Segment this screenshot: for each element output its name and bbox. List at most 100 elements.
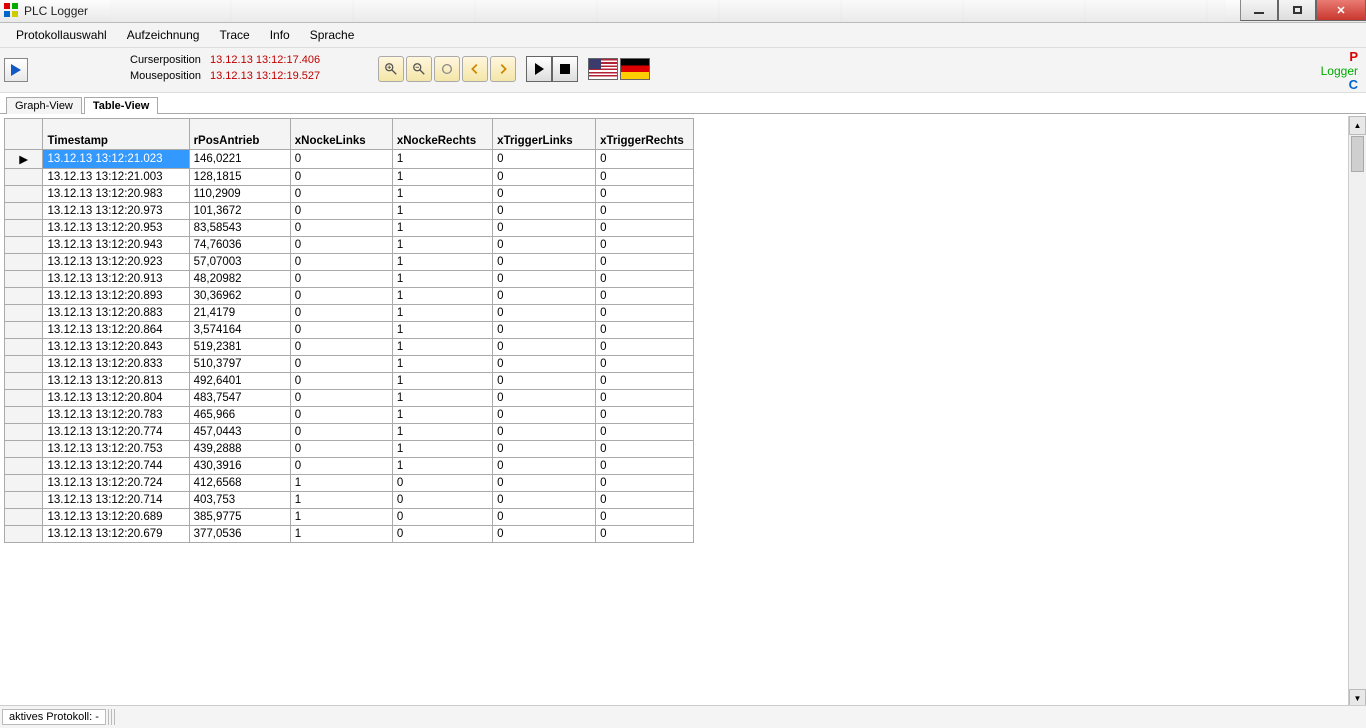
- cell[interactable]: 0: [290, 186, 392, 203]
- col-xtriggerrechts[interactable]: xTriggerRechts: [596, 119, 694, 150]
- menu-info[interactable]: Info: [260, 25, 300, 45]
- scroll-up-arrow[interactable]: ▲: [1349, 116, 1366, 135]
- nav-right-button[interactable]: [490, 56, 516, 82]
- cell[interactable]: 0: [290, 407, 392, 424]
- cell[interactable]: 0: [290, 288, 392, 305]
- cell[interactable]: 1: [392, 220, 492, 237]
- cell[interactable]: 0: [596, 424, 694, 441]
- table-row[interactable]: 13.12.13 13:12:20.95383,585430100: [5, 220, 694, 237]
- zoom-out-button[interactable]: [406, 56, 432, 82]
- cell[interactable]: 1: [392, 390, 492, 407]
- col-timestamp[interactable]: Timestamp: [43, 119, 189, 150]
- table-row[interactable]: 13.12.13 13:12:20.813492,64010100: [5, 373, 694, 390]
- cell[interactable]: 0: [493, 305, 596, 322]
- cell[interactable]: 13.12.13 13:12:21.023: [43, 150, 189, 169]
- cell[interactable]: 0: [596, 339, 694, 356]
- cell[interactable]: 13.12.13 13:12:20.983: [43, 186, 189, 203]
- cell[interactable]: 1: [392, 288, 492, 305]
- cell[interactable]: 13.12.13 13:12:20.813: [43, 373, 189, 390]
- record-play-button[interactable]: [4, 58, 28, 82]
- cell[interactable]: 0: [493, 509, 596, 526]
- table-row[interactable]: 13.12.13 13:12:20.94374,760360100: [5, 237, 694, 254]
- cell[interactable]: 0: [493, 441, 596, 458]
- close-button[interactable]: ✕: [1316, 0, 1366, 21]
- cell[interactable]: 483,7547: [189, 390, 290, 407]
- cell[interactable]: 0: [596, 475, 694, 492]
- cell[interactable]: 0: [493, 492, 596, 509]
- cell[interactable]: 430,3916: [189, 458, 290, 475]
- cell[interactable]: 0: [493, 288, 596, 305]
- cell[interactable]: 0: [493, 237, 596, 254]
- cell[interactable]: 0: [290, 356, 392, 373]
- cell[interactable]: 3,574164: [189, 322, 290, 339]
- cell[interactable]: 0: [493, 373, 596, 390]
- cell[interactable]: 1: [392, 322, 492, 339]
- table-row[interactable]: 13.12.13 13:12:20.92357,070030100: [5, 254, 694, 271]
- table-row[interactable]: 13.12.13 13:12:20.753439,28880100: [5, 441, 694, 458]
- cell[interactable]: 0: [596, 254, 694, 271]
- cell[interactable]: 0: [493, 322, 596, 339]
- vertical-scrollbar[interactable]: ▲ ▼: [1348, 116, 1366, 708]
- table-row[interactable]: 13.12.13 13:12:20.689385,97751000: [5, 509, 694, 526]
- cell[interactable]: 13.12.13 13:12:20.679: [43, 526, 189, 543]
- cell[interactable]: 57,07003: [189, 254, 290, 271]
- cell[interactable]: 0: [290, 390, 392, 407]
- cell[interactable]: 13.12.13 13:12:20.843: [43, 339, 189, 356]
- cell[interactable]: 1: [392, 271, 492, 288]
- menu-sprache[interactable]: Sprache: [300, 25, 365, 45]
- cell[interactable]: 0: [493, 390, 596, 407]
- cell[interactable]: 110,2909: [189, 186, 290, 203]
- cell[interactable]: 0: [596, 237, 694, 254]
- table-row[interactable]: 13.12.13 13:12:20.724412,65681000: [5, 475, 694, 492]
- cell[interactable]: 13.12.13 13:12:20.714: [43, 492, 189, 509]
- stop-button[interactable]: [552, 56, 578, 82]
- cell[interactable]: 0: [290, 373, 392, 390]
- table-row[interactable]: 13.12.13 13:12:20.774457,04430100: [5, 424, 694, 441]
- table-row[interactable]: 13.12.13 13:12:20.783465,9660100: [5, 407, 694, 424]
- cell[interactable]: 457,0443: [189, 424, 290, 441]
- cell[interactable]: 0: [596, 322, 694, 339]
- cell[interactable]: 13.12.13 13:12:20.774: [43, 424, 189, 441]
- cell[interactable]: 412,6568: [189, 475, 290, 492]
- cell[interactable]: 1: [392, 305, 492, 322]
- cell[interactable]: 403,753: [189, 492, 290, 509]
- cell[interactable]: 519,2381: [189, 339, 290, 356]
- table-row[interactable]: 13.12.13 13:12:20.91348,209820100: [5, 271, 694, 288]
- col-xtriggerlinks[interactable]: xTriggerLinks: [493, 119, 596, 150]
- cell[interactable]: 13.12.13 13:12:20.943: [43, 237, 189, 254]
- table-row[interactable]: 13.12.13 13:12:20.804483,75470100: [5, 390, 694, 407]
- cell[interactable]: 1: [392, 356, 492, 373]
- cell[interactable]: 0: [493, 169, 596, 186]
- cell[interactable]: 1: [290, 509, 392, 526]
- cell[interactable]: 13.12.13 13:12:20.883: [43, 305, 189, 322]
- cell[interactable]: 13.12.13 13:12:20.893: [43, 288, 189, 305]
- cell[interactable]: 13.12.13 13:12:20.833: [43, 356, 189, 373]
- cell[interactable]: 0: [493, 339, 596, 356]
- cell[interactable]: 1: [392, 169, 492, 186]
- cell[interactable]: 0: [290, 441, 392, 458]
- cell[interactable]: 492,6401: [189, 373, 290, 390]
- cell[interactable]: 0: [392, 526, 492, 543]
- cell[interactable]: 1: [392, 407, 492, 424]
- zoom-in-button[interactable]: [378, 56, 404, 82]
- language-de-button[interactable]: [620, 58, 650, 80]
- cell[interactable]: 83,58543: [189, 220, 290, 237]
- cell[interactable]: 0: [596, 220, 694, 237]
- cell[interactable]: 0: [596, 407, 694, 424]
- cell[interactable]: 1: [392, 339, 492, 356]
- cell[interactable]: 0: [493, 356, 596, 373]
- cell[interactable]: 0: [290, 339, 392, 356]
- cell[interactable]: 0: [290, 305, 392, 322]
- cell[interactable]: 1: [392, 424, 492, 441]
- cell[interactable]: 1: [392, 237, 492, 254]
- cell[interactable]: 0: [290, 237, 392, 254]
- cell[interactable]: 0: [596, 169, 694, 186]
- col-xnockelinks[interactable]: xNockeLinks: [290, 119, 392, 150]
- cell[interactable]: 1: [392, 458, 492, 475]
- menu-protokollauswahl[interactable]: Protokollauswahl: [6, 25, 117, 45]
- cell[interactable]: 128,1815: [189, 169, 290, 186]
- cell[interactable]: 0: [493, 526, 596, 543]
- cell[interactable]: 0: [596, 186, 694, 203]
- cell[interactable]: 0: [493, 475, 596, 492]
- cell[interactable]: 13.12.13 13:12:20.744: [43, 458, 189, 475]
